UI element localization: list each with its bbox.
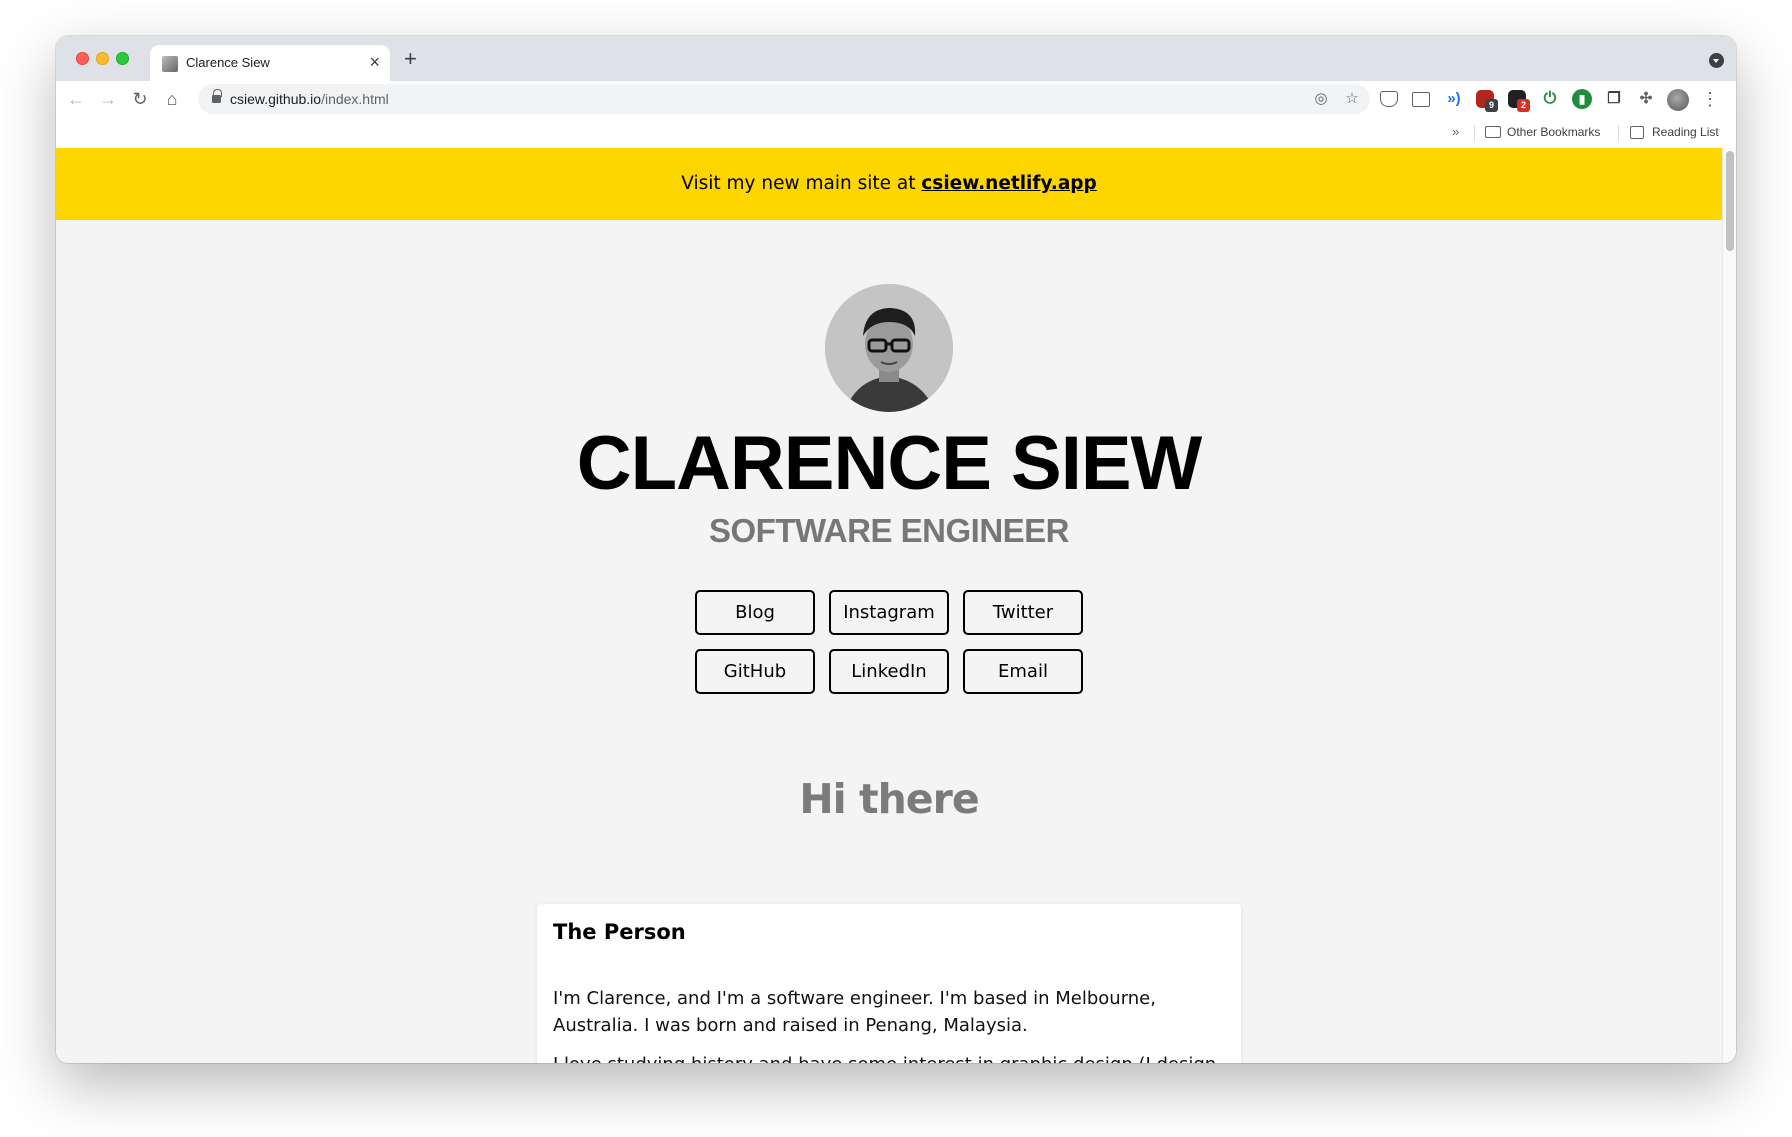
other-bookmarks-button[interactable]: Other Bookmarks: [1507, 125, 1600, 139]
folder-icon: [1485, 126, 1501, 138]
tab-search-icon[interactable]: [1709, 53, 1724, 68]
about-paragraph: I love studying history and have some in…: [553, 1051, 1233, 1063]
url-host: csiew.github.io: [230, 91, 322, 107]
home-icon[interactable]: ⌂: [160, 87, 184, 111]
page-scrollbar[interactable]: [1722, 148, 1736, 1063]
address-bar[interactable]: csiew.github.io/index.html ◎ ☆: [198, 84, 1370, 114]
zoom-window-button[interactable]: [116, 52, 129, 65]
page-viewport: Visit my new main site at csiew.netlify.…: [56, 148, 1722, 1063]
pocket-extension-icon[interactable]: [1380, 91, 1398, 107]
banner-link[interactable]: csiew.netlify.app: [921, 173, 1096, 194]
hero-role: SOFTWARE ENGINEER: [708, 512, 1070, 549]
bookmarks-divider: [1474, 125, 1475, 141]
about-paragraph: I'm Clarence, and I'm a software enginee…: [553, 988, 1156, 1036]
email-button[interactable]: Email: [963, 649, 1083, 694]
reload-icon[interactable]: ↻: [128, 87, 152, 111]
bookmarks-divider: [1618, 125, 1619, 141]
instagram-button[interactable]: Instagram: [829, 590, 949, 635]
tab-strip: Clarence Siew × +: [56, 36, 1736, 82]
url-path: /index.html: [321, 91, 389, 107]
forward-arrow-icon[interactable]: →: [96, 87, 120, 111]
power-extension-icon[interactable]: ⏻: [1540, 89, 1560, 109]
minimize-window-button[interactable]: [96, 52, 109, 65]
card-title: The Person: [553, 920, 686, 944]
browser-toolbar: ← → ↻ ⌂ csiew.github.io/index.html ◎ ☆ »…: [56, 81, 1736, 117]
banner-text: Visit my new main site at: [681, 173, 922, 194]
profile-photo: [825, 284, 953, 412]
about-card: The Person I'm Clarence, and I'm a softw…: [537, 904, 1241, 1063]
linkedin-button[interactable]: LinkedIn: [829, 649, 949, 694]
bookmark-star-icon[interactable]: ☆: [1341, 88, 1363, 110]
picture-in-picture-icon[interactable]: [1412, 92, 1430, 107]
reading-list-button[interactable]: Reading List: [1652, 125, 1719, 139]
inbox-badge: 2: [1517, 99, 1530, 112]
screenshot-stage: Clarence Siew × + ← → ↻ ⌂ csiew.github.i…: [0, 0, 1792, 1137]
new-tab-icon[interactable]: +: [404, 47, 417, 71]
shield-badge: 9: [1485, 99, 1498, 112]
twitter-button[interactable]: Twitter: [963, 590, 1083, 635]
eye-slash-icon[interactable]: ◎: [1310, 88, 1332, 110]
broadcast-extension-icon[interactable]: »): [1444, 89, 1464, 109]
kebab-menu-icon[interactable]: ⋮: [1701, 87, 1719, 111]
profile-avatar-icon[interactable]: [1667, 89, 1689, 111]
blog-button[interactable]: Blog: [695, 590, 815, 635]
bookmarks-overflow-chevron[interactable]: »: [1452, 124, 1459, 139]
favicon-icon: [162, 56, 178, 72]
puzzle-extensions-icon[interactable]: ✣: [1636, 89, 1656, 109]
profile-photo-illustration: [825, 284, 953, 412]
github-button[interactable]: GitHub: [695, 649, 815, 694]
back-arrow-icon[interactable]: ←: [64, 87, 88, 111]
shield-extension-icon[interactable]: 9: [1476, 90, 1498, 112]
scrollbar-thumb[interactable]: [1726, 151, 1734, 251]
close-window-button[interactable]: [76, 52, 89, 65]
browser-window: Clarence Siew × + ← → ↻ ⌂ csiew.github.i…: [56, 36, 1736, 1063]
lock-icon: [212, 89, 222, 104]
tab-active[interactable]: Clarence Siew ×: [150, 45, 390, 82]
reading-list-icon: [1630, 126, 1644, 139]
bookmarks-bar: » Other Bookmarks Reading List: [56, 117, 1736, 148]
tab-title: Clarence Siew: [186, 55, 270, 70]
copy-extension-icon[interactable]: ❐: [1604, 89, 1624, 109]
announcement-banner: Visit my new main site at csiew.netlify.…: [56, 148, 1722, 220]
hero-name: CLARENCE SIEW: [576, 421, 1203, 506]
green-circle-extension-icon[interactable]: ▮: [1572, 89, 1592, 109]
section-heading: Hi there: [799, 775, 979, 823]
url-text: csiew.github.io/index.html: [230, 91, 389, 107]
tab-close-icon[interactable]: ×: [369, 52, 380, 72]
inbox-extension-icon[interactable]: 2: [1508, 90, 1530, 112]
